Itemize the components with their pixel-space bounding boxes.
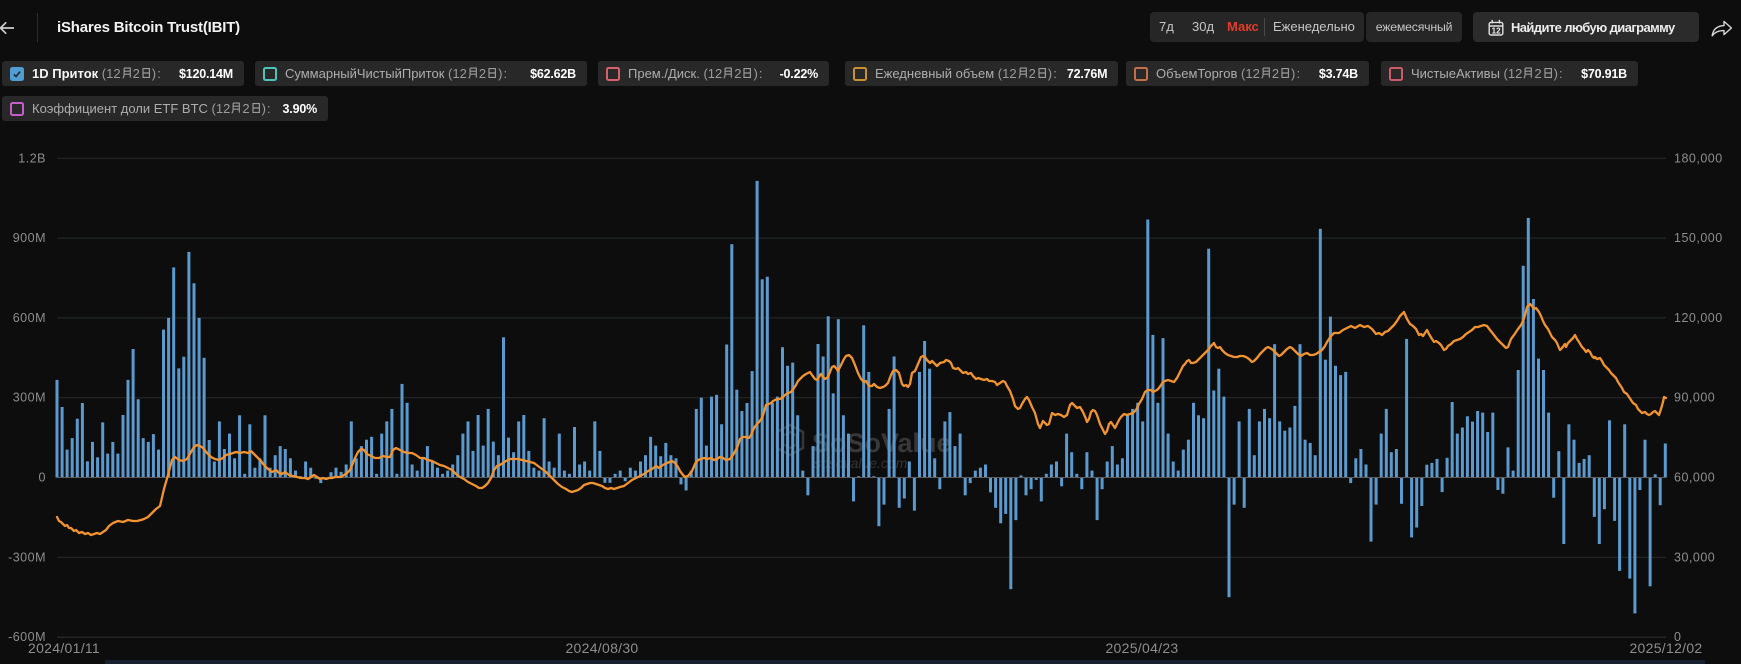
svg-text:300M: 300M xyxy=(13,391,46,405)
svg-text:12: 12 xyxy=(1492,26,1501,35)
svg-text:0: 0 xyxy=(39,471,46,485)
svg-text:120,000: 120,000 xyxy=(1674,311,1723,325)
svg-text:-300M: -300M xyxy=(8,550,46,564)
svg-text:90,000: 90,000 xyxy=(1674,391,1715,405)
svg-text:1.2B: 1.2B xyxy=(18,151,46,165)
svg-text:150,000: 150,000 xyxy=(1674,231,1723,245)
svg-text:30,000: 30,000 xyxy=(1674,550,1715,564)
svg-text:2025/04/23: 2025/04/23 xyxy=(1105,640,1178,656)
svg-text:60,000: 60,000 xyxy=(1674,471,1715,485)
svg-text:900M: 900M xyxy=(13,231,46,245)
svg-text:2024/08/30: 2024/08/30 xyxy=(565,640,638,656)
svg-text:180,000: 180,000 xyxy=(1674,151,1723,165)
svg-text:2024/01/11: 2024/01/11 xyxy=(28,640,100,656)
svg-text:2025/12/02: 2025/12/02 xyxy=(1629,640,1702,656)
svg-text:600M: 600M xyxy=(13,311,46,325)
